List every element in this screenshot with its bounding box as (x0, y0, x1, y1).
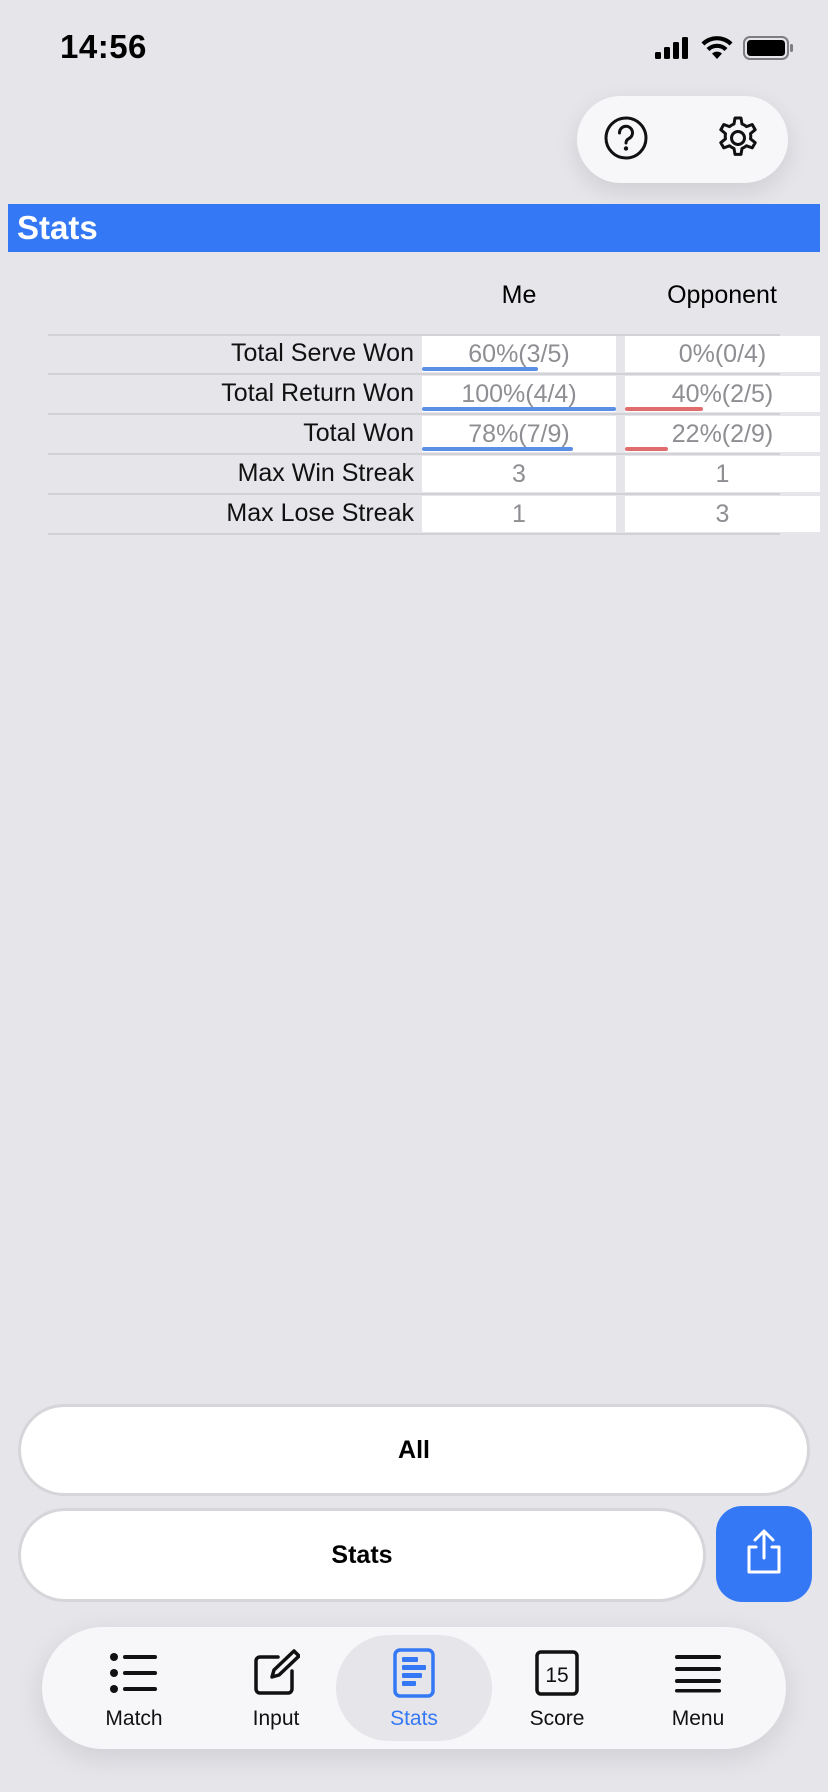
me-value: 60%(3/5) (468, 340, 570, 368)
top-actions-pill (577, 96, 788, 183)
status-time: 14:56 (60, 28, 147, 65)
row-label: Total Serve Won (231, 339, 414, 367)
help-icon (603, 115, 649, 166)
tab-score[interactable]: 15 Score (479, 1635, 635, 1741)
opponent-progress-bar (625, 407, 703, 411)
gear-icon (714, 114, 762, 167)
me-progress-bar (422, 447, 574, 451)
opponent-value-cell: 40%(2/5) (625, 376, 820, 412)
me-value-cell: 100%(4/4) (422, 376, 616, 412)
wifi-icon (701, 36, 733, 65)
opponent-value-cell: 3 (625, 496, 820, 532)
tab-label: Menu (671, 1707, 725, 1730)
me-value-cell: 78%(7/9) (422, 416, 616, 452)
stats-row-total-serve-won: Total Serve Won 60%(3/5) 0%(0/4) (48, 334, 820, 375)
opponent-value: 0%(0/4) (678, 340, 767, 368)
opponent-value: 1 (715, 460, 730, 488)
opponent-value: 22%(2/9) (671, 420, 774, 448)
row-label: Max Lose Streak (226, 499, 414, 527)
me-progress-bar (422, 367, 539, 371)
opponent-value-cell: 1 (625, 456, 820, 492)
tab-input[interactable]: Input (198, 1635, 354, 1741)
filter-all-button[interactable]: All (18, 1404, 810, 1496)
filter-stats-button[interactable]: Stats (18, 1508, 706, 1602)
stats-doc-icon (388, 1647, 440, 1699)
column-header-opponent: Opponent (667, 281, 777, 309)
edit-icon (250, 1647, 302, 1699)
tab-menu[interactable]: Menu (620, 1635, 776, 1741)
calendar-15-icon: 15 (531, 1647, 583, 1699)
score-badge-text: 15 (545, 1664, 568, 1687)
battery-icon (743, 36, 795, 65)
column-header-me: Me (501, 281, 537, 309)
opponent-progress-bar (625, 447, 668, 451)
row-label: Total Won (303, 419, 414, 447)
list-icon (108, 1647, 160, 1699)
opponent-value: 3 (715, 500, 730, 528)
me-progress-bar (422, 407, 616, 411)
stats-row-max-lose-streak: Max Lose Streak 1 3 (48, 494, 820, 535)
tab-label: Stats (390, 1707, 438, 1730)
me-value: 1 (512, 500, 526, 528)
help-button[interactable] (602, 116, 650, 164)
tab-label: Match (105, 1707, 163, 1730)
me-value-cell: 1 (422, 496, 616, 532)
share-icon (743, 1528, 785, 1581)
me-value: 100%(4/4) (461, 380, 577, 408)
opponent-value-cell: 22%(2/9) (625, 416, 820, 452)
opponent-value-cell: 0%(0/4) (625, 336, 820, 372)
tab-stats[interactable]: Stats (336, 1635, 492, 1741)
row-label: Max Win Streak (237, 459, 414, 487)
stats-row-total-won: Total Won 78%(7/9) 22%(2/9) (48, 414, 820, 455)
stats-row-max-win-streak: Max Win Streak 3 1 (48, 454, 820, 495)
me-value-cell: 60%(3/5) (422, 336, 616, 372)
tab-bar: Match Input Stats 15 Score Menu (42, 1627, 786, 1749)
me-value: 78%(7/9) (468, 420, 570, 448)
settings-button[interactable] (714, 116, 762, 164)
tab-match[interactable]: Match (56, 1635, 212, 1741)
hamburger-icon (672, 1647, 724, 1699)
row-label: Total Return Won (221, 379, 414, 407)
stats-header: Stats (8, 204, 820, 252)
tab-label: Input (252, 1707, 300, 1730)
me-value-cell: 3 (422, 456, 616, 492)
stats-row-total-return-won: Total Return Won 100%(4/4) 40%(2/5) (48, 374, 820, 415)
stats-screen: 14:56 Stats Me Opponent Total Serve Won … (0, 0, 828, 1792)
me-value: 3 (512, 460, 526, 488)
row-divider (48, 533, 780, 535)
tab-label: Score (529, 1707, 585, 1730)
signal-icon (655, 37, 691, 64)
share-button[interactable] (716, 1506, 812, 1602)
opponent-value: 40%(2/5) (671, 380, 774, 408)
status-icons (655, 36, 795, 65)
